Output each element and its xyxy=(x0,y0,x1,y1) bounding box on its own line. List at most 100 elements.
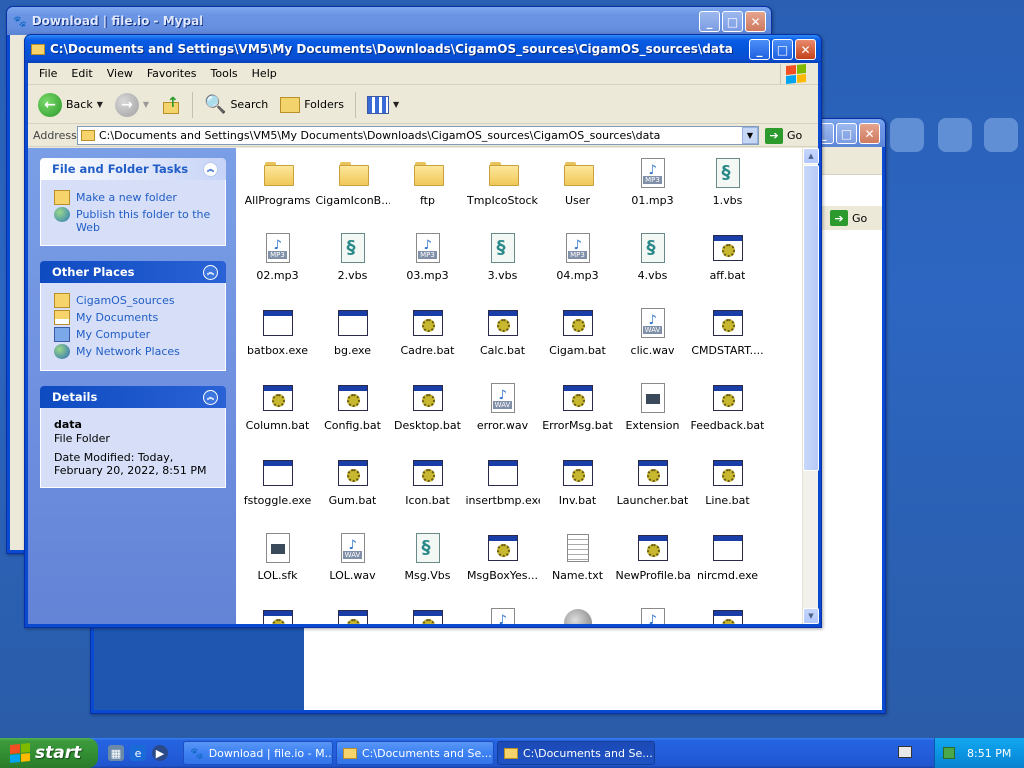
file-item[interactable]: Config.bat xyxy=(315,381,390,456)
file-item[interactable] xyxy=(240,606,315,624)
go-arrow-icon[interactable]: ➔ xyxy=(830,210,848,226)
show-desktop-icon[interactable]: ▦ xyxy=(108,745,124,761)
file-item[interactable]: ftp xyxy=(390,156,465,231)
file-item[interactable]: NewProfile.bat xyxy=(615,531,690,606)
file-item[interactable]: ♪ WAV LOL.wav xyxy=(315,531,390,606)
file-item[interactable]: Column.bat xyxy=(240,381,315,456)
file-item[interactable]: bg.exe xyxy=(315,306,390,381)
collapse-icon[interactable]: ︽ xyxy=(203,389,218,405)
file-item[interactable]: 4.vbs xyxy=(615,231,690,306)
other-place-my-documents[interactable]: My Documents xyxy=(54,310,217,325)
folders-button[interactable]: Folders xyxy=(276,95,348,115)
file-item[interactable]: LOL.sfk xyxy=(240,531,315,606)
other-place-cigamos-sources[interactable]: CigamOS_sources xyxy=(54,293,217,308)
file-item[interactable]: ♪WAV xyxy=(465,606,540,624)
browser-titlebar[interactable]: 🐾 Download | file.io - Mypal _ □ ✕ xyxy=(7,7,771,35)
file-item[interactable]: ♪ MP3 03.mp3 xyxy=(390,231,465,306)
file-item[interactable]: CigamIconB... xyxy=(315,156,390,231)
file-item[interactable]: ErrorMsg.bat xyxy=(540,381,615,456)
file-item[interactable]: batbox.exe xyxy=(240,306,315,381)
file-item[interactable]: Desktop.bat xyxy=(390,381,465,456)
file-item[interactable]: ♪WAV xyxy=(615,606,690,624)
file-item[interactable]: Name.txt xyxy=(540,531,615,606)
media-player-icon[interactable]: ▶ xyxy=(152,745,168,761)
file-item[interactable] xyxy=(540,606,615,624)
file-item[interactable]: Msg.Vbs xyxy=(390,531,465,606)
file-item[interactable]: Line.bat xyxy=(690,456,765,531)
minimize-button[interactable]: _ xyxy=(699,11,720,32)
file-item[interactable]: 1.vbs xyxy=(690,156,765,231)
start-button[interactable]: start xyxy=(0,738,98,768)
internet-explorer-icon[interactable]: e xyxy=(130,745,146,761)
file-item[interactable]: 3.vbs xyxy=(465,231,540,306)
scrollbar-thumb[interactable] xyxy=(803,165,819,471)
other-place-my-network-places[interactable]: My Network Places xyxy=(54,344,217,359)
views-button[interactable]: ▼ xyxy=(363,94,403,116)
file-item[interactable]: TmpIcoStock xyxy=(465,156,540,231)
address-dropdown-button[interactable]: ▼ xyxy=(742,127,758,144)
file-item[interactable]: Feedback.bat xyxy=(690,381,765,456)
file-item[interactable]: User xyxy=(540,156,615,231)
file-item[interactable]: Cadre.bat xyxy=(390,306,465,381)
file-item[interactable]: Extension xyxy=(615,381,690,456)
close-button[interactable]: ✕ xyxy=(795,39,816,60)
taskbar-button-browser[interactable]: 🐾 Download | file.io - M... xyxy=(183,741,333,765)
file-item[interactable]: nircmd.exe xyxy=(690,531,765,606)
details-header[interactable]: Details ︽ xyxy=(40,386,226,408)
other-places-header[interactable]: Other Places ︽ xyxy=(40,261,226,283)
forward-button[interactable]: → ▼ xyxy=(111,91,153,119)
file-item[interactable]: 2.vbs xyxy=(315,231,390,306)
file-item[interactable]: Inv.bat xyxy=(540,456,615,531)
explorer-window[interactable]: C:\Documents and Settings\VM5\My Documen… xyxy=(24,34,822,628)
file-folder-tasks-header[interactable]: File and Folder Tasks ︽ xyxy=(40,158,226,180)
scroll-up-button[interactable]: ▲ xyxy=(803,148,819,164)
explorer-titlebar[interactable]: C:\Documents and Settings\VM5\My Documen… xyxy=(25,35,821,63)
file-item[interactable]: Launcher.bat xyxy=(615,456,690,531)
file-item[interactable]: ♪ MP3 04.mp3 xyxy=(540,231,615,306)
chevron-down-icon[interactable]: ▼ xyxy=(393,100,399,109)
file-item[interactable]: AllPrograms xyxy=(240,156,315,231)
file-item[interactable] xyxy=(690,606,765,624)
file-item[interactable]: ♪ MP3 02.mp3 xyxy=(240,231,315,306)
close-button[interactable]: ✕ xyxy=(859,123,880,144)
file-item[interactable]: Gum.bat xyxy=(315,456,390,531)
chevron-down-icon[interactable]: ▼ xyxy=(97,100,103,109)
collapse-icon[interactable]: ︽ xyxy=(203,161,218,177)
taskbar-button-explorer-1[interactable]: C:\Documents and Se... xyxy=(336,741,494,765)
maximize-button[interactable]: □ xyxy=(722,11,743,32)
publish-folder-link[interactable]: Publish this folder to the Web xyxy=(54,207,217,234)
keyboard-icon[interactable] xyxy=(898,746,912,758)
file-item[interactable]: ♪ WAV error.wav xyxy=(465,381,540,456)
file-list-view[interactable]: AllPrograms CigamIconB... ftp TmpIcoStock Us… xyxy=(236,148,802,624)
file-item[interactable]: fstoggle.exe xyxy=(240,456,315,531)
file-item[interactable]: Cigam.bat xyxy=(540,306,615,381)
menu-edit[interactable]: Edit xyxy=(64,65,99,82)
file-item[interactable]: Calc.bat xyxy=(465,306,540,381)
maximize-button[interactable]: □ xyxy=(772,39,793,60)
file-item[interactable]: CMDSTART.... xyxy=(690,306,765,381)
maximize-button[interactable]: □ xyxy=(836,123,857,144)
menu-help[interactable]: Help xyxy=(245,65,284,82)
file-item[interactable]: MsgBoxYes... xyxy=(465,531,540,606)
menu-favorites[interactable]: Favorites xyxy=(140,65,204,82)
back-button[interactable]: ← Back ▼ xyxy=(34,91,107,119)
make-new-folder-link[interactable]: Make a new folder xyxy=(54,190,217,205)
search-button[interactable]: 🔍 Search xyxy=(200,92,272,117)
file-item[interactable]: Icon.bat xyxy=(390,456,465,531)
file-item[interactable]: insertbmp.exe xyxy=(465,456,540,531)
minimize-button[interactable]: _ xyxy=(749,39,770,60)
vertical-scrollbar[interactable]: ▲ ▼ xyxy=(802,148,819,624)
go-button[interactable]: ➔ Go xyxy=(765,127,802,144)
file-item[interactable]: aff.bat xyxy=(690,231,765,306)
menu-tools[interactable]: Tools xyxy=(204,65,245,82)
menu-view[interactable]: View xyxy=(100,65,140,82)
taskbar-button-explorer-2[interactable]: C:\Documents and Se... xyxy=(497,741,655,765)
chevron-down-icon[interactable]: ▼ xyxy=(143,100,149,109)
other-place-my-computer[interactable]: My Computer xyxy=(54,327,217,342)
collapse-icon[interactable]: ︽ xyxy=(203,264,218,280)
file-item[interactable] xyxy=(315,606,390,624)
file-item[interactable]: ♪ MP3 01.mp3 xyxy=(615,156,690,231)
file-item[interactable]: ♪ WAV clic.wav xyxy=(615,306,690,381)
network-icon[interactable] xyxy=(943,747,955,759)
clock[interactable]: 8:51 PM xyxy=(967,747,1011,760)
